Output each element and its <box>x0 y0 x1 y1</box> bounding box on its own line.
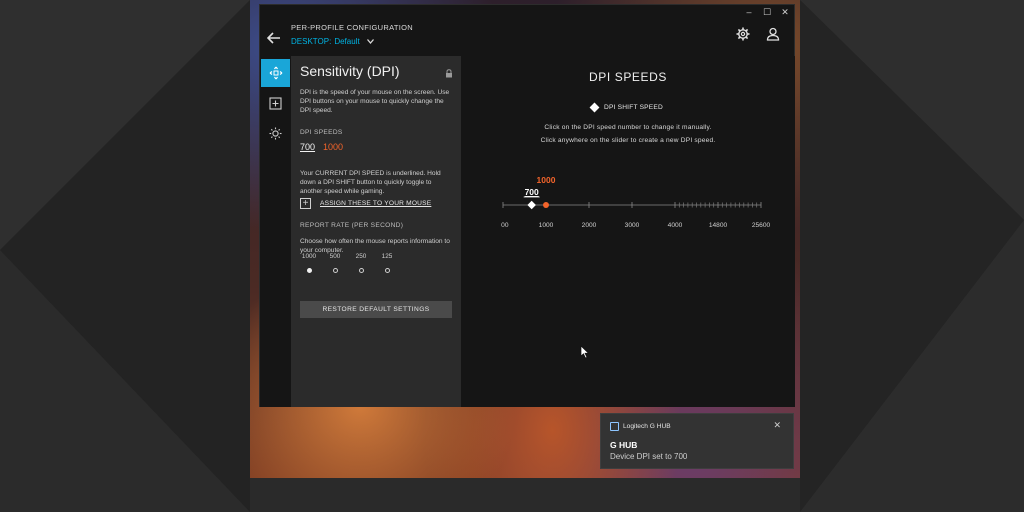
report-rate-250[interactable]: 250 <box>350 253 372 273</box>
plus-box-icon: + <box>300 198 311 209</box>
rail-item-lighting[interactable] <box>261 119 290 147</box>
diamond-icon <box>589 102 600 113</box>
rail-item-assignments[interactable] <box>261 89 290 117</box>
slider-scale-label: 14800 <box>709 222 728 229</box>
dpi-speeds-view: DPI SPEEDS DPI SHIFT SPEED Click on the … <box>461 56 795 407</box>
report-rate-label: REPORT RATE (PER SECOND) <box>300 222 404 229</box>
profile-dropdown[interactable]: DESKTOP: Default <box>291 37 374 46</box>
back-button[interactable] <box>264 29 284 47</box>
ghub-window: PER-PROFILE CONFIGURATION DESKTOP: Defau… <box>259 4 795 407</box>
slider-scale-label: 25600 <box>752 222 771 229</box>
slider-scale-label: 2000 <box>582 222 597 229</box>
report-rate-125[interactable]: 125 <box>376 253 398 273</box>
radio-icon <box>306 268 312 273</box>
chevron-down-icon <box>366 39 374 44</box>
assign-label: ASSIGN THESE TO YOUR MOUSE <box>320 200 432 207</box>
slider-scale-label: 1000 <box>539 222 554 229</box>
window-controls: – ☐ ✕ <box>744 7 790 18</box>
report-rate-value: 1000 <box>301 253 317 260</box>
lock-icon[interactable] <box>445 69 453 78</box>
taskbar <box>250 478 800 512</box>
shift-speed-marker <box>543 202 549 208</box>
dpi-slider[interactable]: 100 1000 2000 3000 4000 14800 25600 1000 700 <box>501 164 771 234</box>
dpi-speeds-label: DPI SPEEDS <box>300 129 343 136</box>
shift-speed-legend: DPI SHIFT SPEED <box>589 102 663 113</box>
notification-app-name: Logitech G HUB <box>623 423 671 430</box>
profile-name: Default <box>334 37 360 46</box>
gear-icon <box>736 27 750 41</box>
hint-manual: Click on the DPI speed number to change … <box>544 124 712 131</box>
dpi-speed-list: 700 1000 <box>300 142 343 152</box>
shift-legend-label: DPI SHIFT SPEED <box>604 104 663 111</box>
assign-to-mouse-button[interactable]: + ASSIGN THESE TO YOUR MOUSE <box>300 198 431 209</box>
profile-prefix: DESKTOP: <box>291 37 332 46</box>
notification-toast[interactable]: Logitech G HUB ✕ G HUB Device DPI set to… <box>600 413 794 469</box>
title-bar: PER-PROFILE CONFIGURATION DESKTOP: Defau… <box>260 5 794 57</box>
slider-scale-label: 100 <box>501 222 509 229</box>
mouse-cursor-icon <box>580 345 590 359</box>
shift-speed-value: 1000 <box>537 175 556 185</box>
feature-rail <box>260 57 291 407</box>
radio-icon <box>332 268 338 273</box>
current-speed-note: Your CURRENT DPI SPEED is underlined. Ho… <box>300 170 441 195</box>
close-button[interactable]: ✕ <box>780 7 790 18</box>
sensitivity-panel: Sensitivity (DPI) DPI is the speed of yo… <box>291 56 461 407</box>
dpi-speed-current[interactable]: 700 <box>300 142 315 152</box>
restore-defaults-button[interactable]: RESTORE DEFAULT SETTINGS <box>300 301 452 318</box>
notification-title: G HUB <box>610 440 638 450</box>
hint-slider: Click anywhere on the slider to create a… <box>540 137 716 144</box>
report-rate-value: 125 <box>381 253 393 260</box>
report-rate-1000[interactable]: 1000 <box>298 253 320 273</box>
account-button[interactable] <box>766 27 780 41</box>
settings-button[interactable] <box>736 27 750 41</box>
report-rate-500[interactable]: 500 <box>324 253 346 273</box>
radio-icon <box>384 268 390 273</box>
report-rate-options: 1000 500 250 125 <box>302 253 404 277</box>
notification-message: Device DPI set to 700 <box>610 452 688 461</box>
radio-icon <box>358 268 364 273</box>
current-speed-marker <box>527 200 536 210</box>
back-arrow-icon <box>267 32 280 44</box>
slider-scale-label: 3000 <box>625 222 640 229</box>
ghub-app-icon <box>610 422 619 431</box>
dpi-speed-shift[interactable]: 1000 <box>323 142 343 152</box>
profile-kicker: PER-PROFILE CONFIGURATION <box>291 23 413 32</box>
header-icons <box>736 27 780 41</box>
view-title: DPI SPEEDS <box>588 70 668 84</box>
plus-box-icon <box>269 96 282 110</box>
report-rate-value: 250 <box>355 253 367 260</box>
slider-scale-label: 4000 <box>668 222 683 229</box>
maximize-button[interactable]: ☐ <box>762 7 772 18</box>
rail-item-sensitivity[interactable] <box>261 59 290 87</box>
current-speed-value: 700 <box>525 187 539 197</box>
panel-title: Sensitivity (DPI) <box>300 63 400 79</box>
report-rate-value: 500 <box>329 253 341 260</box>
move-arrows-icon <box>269 66 282 80</box>
sun-icon <box>269 127 282 139</box>
user-icon <box>766 27 780 41</box>
minimize-button[interactable]: – <box>744 7 754 18</box>
dpi-description: DPI is the speed of your mouse on the sc… <box>300 89 450 114</box>
notification-close-button[interactable]: ✕ <box>773 420 781 431</box>
